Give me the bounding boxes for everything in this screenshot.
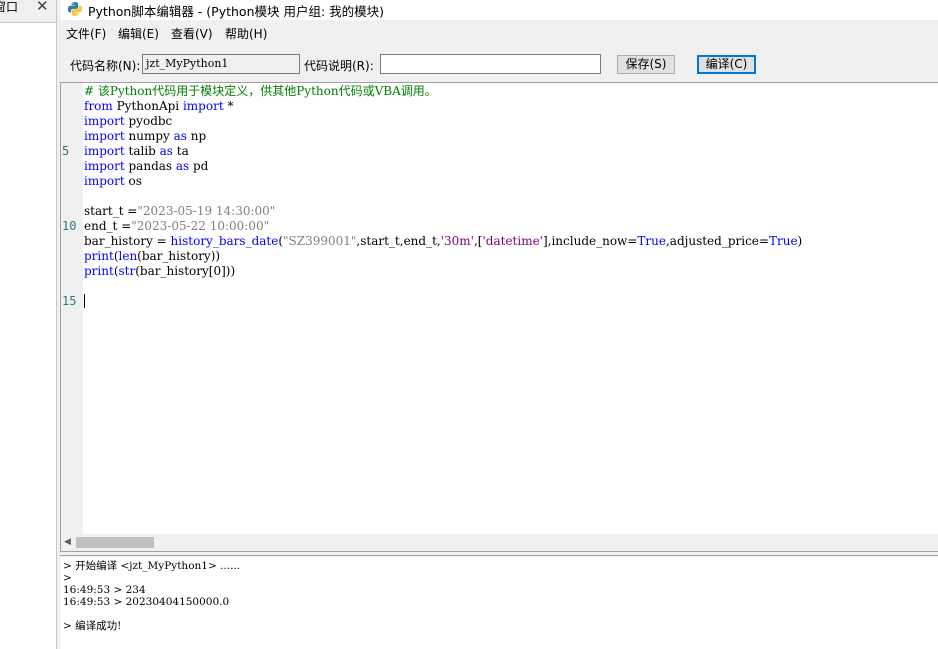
menu-file[interactable]: 文件(F): [66, 25, 106, 42]
output-line: > 开始编译 <jzt_MyPython1> ......: [63, 560, 241, 572]
line-number: 10: [62, 219, 77, 233]
background-window-header: 窗口 ✕: [0, 0, 56, 23]
horizontal-scrollbar[interactable]: ◀: [61, 534, 938, 551]
code-keyword: import: [84, 174, 125, 188]
editor-output-splitter[interactable]: [60, 551, 938, 556]
code-keyword: print: [84, 264, 114, 278]
code-function: history_bars_date: [170, 234, 279, 248]
menu-bar: 文件(F) 编辑(E) 查看(V) 帮助(H): [60, 22, 938, 42]
output-line: 16:49:53 > 20230404150000.0: [63, 596, 230, 608]
code-string: "2023-05-19 14:30:00": [137, 204, 276, 218]
line-number: 15: [62, 294, 77, 308]
code-line: bar_history = history_bars_date("SZ39900…: [84, 234, 802, 249]
line-number-gutter: 5 10 15: [61, 83, 83, 534]
code-name-field[interactable]: jzt_MyPython1: [142, 54, 300, 74]
output-line: > 编译成功!: [63, 620, 122, 632]
code-string: '30m': [440, 234, 474, 248]
code-line: print(str(bar_history[0])): [84, 264, 235, 279]
menu-help[interactable]: 帮助(H): [225, 25, 267, 42]
title-bar: Python脚本编辑器 - (Python模块 用户组: 我的模块): [60, 0, 938, 20]
code-text: (bar_history[0])): [135, 264, 236, 278]
code-keyword: import: [84, 144, 125, 158]
code-line: import numpy as np: [84, 129, 206, 144]
code-line: start_t ="2023-05-19 14:30:00": [84, 204, 275, 219]
code-text: ta: [172, 144, 189, 158]
code-line: import pyodbc: [84, 114, 172, 129]
code-keyword: len: [118, 249, 138, 263]
code-text: bar_history =: [84, 234, 171, 248]
code-keyword: True: [637, 234, 666, 248]
code-text: ,start_t,end_t,: [356, 234, 441, 248]
close-icon[interactable]: ✕: [36, 0, 49, 15]
code-text: ,adjusted_price=: [665, 234, 769, 248]
code-editor[interactable]: 5 10 15 # 该Python代码用于模块定义，供其他Python代码或VB…: [60, 82, 938, 552]
code-keyword: True: [768, 234, 798, 248]
code-string: "2023-05-22 10:00:00": [131, 219, 270, 233]
code-description-label: 代码说明(R):: [304, 59, 374, 73]
code-string: 'datetime': [482, 234, 543, 248]
code-text: np: [186, 129, 207, 143]
code-keyword: as: [173, 129, 187, 143]
code-keyword: import: [84, 129, 125, 143]
code-text: (bar_history)): [137, 249, 221, 263]
menu-view[interactable]: 查看(V): [171, 25, 213, 42]
scroll-left-icon[interactable]: ◀: [64, 537, 71, 547]
code-text: pyodbc: [124, 114, 173, 128]
line-number: 5: [62, 144, 70, 158]
code-text: end_t =: [84, 219, 132, 233]
code-keyword: import: [84, 159, 125, 173]
code-line: # 该Python代码用于模块定义，供其他Python代码或VBA调用。: [84, 84, 437, 99]
code-line: import pandas as pd: [84, 159, 208, 174]
code-line: import os: [84, 174, 142, 189]
code-text: os: [124, 174, 142, 188]
output-line: >: [63, 572, 72, 584]
python-icon: [68, 2, 82, 16]
compile-button[interactable]: 编译(C): [697, 55, 756, 74]
code-text-area[interactable]: # 该Python代码用于模块定义，供其他Python代码或VBA调用。 fro…: [84, 83, 938, 534]
code-text: ): [797, 234, 803, 248]
code-keyword: from: [84, 99, 113, 113]
code-keyword: as: [175, 159, 190, 173]
output-panel[interactable]: > 开始编译 <jzt_MyPython1> ...... > 16:49:53…: [60, 557, 938, 649]
code-line: end_t ="2023-05-22 10:00:00": [84, 219, 269, 234]
code-keyword: str: [118, 264, 136, 278]
save-button[interactable]: 保存(S): [617, 55, 675, 74]
background-window-pane: 窗口 ✕: [0, 0, 57, 649]
code-text: numpy: [124, 129, 174, 143]
text-cursor: [84, 294, 85, 308]
code-keyword: import: [182, 99, 224, 113]
scrollbar-thumb[interactable]: [76, 537, 154, 548]
code-keyword: as: [159, 144, 173, 158]
python-editor-window: Python脚本编辑器 - (Python模块 用户组: 我的模块) 文件(F)…: [60, 0, 938, 649]
code-line: from PythonApi import *: [84, 99, 233, 114]
code-line: print(len(bar_history)): [84, 249, 220, 264]
code-text: PythonApi: [112, 99, 183, 113]
code-name-label: 代码名称(N):: [70, 59, 141, 73]
code-description-field[interactable]: [380, 54, 601, 74]
background-window-title: 窗口: [0, 0, 19, 14]
code-text: ],include_now=: [542, 234, 638, 248]
code-comment: # 该Python代码用于模块定义，供其他Python代码或VBA调用。: [84, 84, 437, 98]
code-text: talib: [124, 144, 160, 158]
code-text: start_t =: [84, 204, 138, 218]
code-line: import talib as ta: [84, 144, 189, 159]
menu-edit[interactable]: 编辑(E): [118, 25, 159, 42]
window-title: Python脚本编辑器 - (Python模块 用户组: 我的模块): [88, 4, 385, 19]
output-line: 16:49:53 > 234: [63, 584, 146, 596]
code-keyword: print: [84, 249, 114, 263]
code-keyword: import: [84, 114, 125, 128]
toolbar: 代码名称(N): jzt_MyPython1 代码说明(R): 保存(S) 编译…: [60, 48, 938, 80]
code-text: pandas: [124, 159, 176, 173]
code-text: *: [223, 99, 234, 113]
code-text: pd: [189, 159, 209, 173]
code-string: "SZ399001": [283, 234, 357, 248]
